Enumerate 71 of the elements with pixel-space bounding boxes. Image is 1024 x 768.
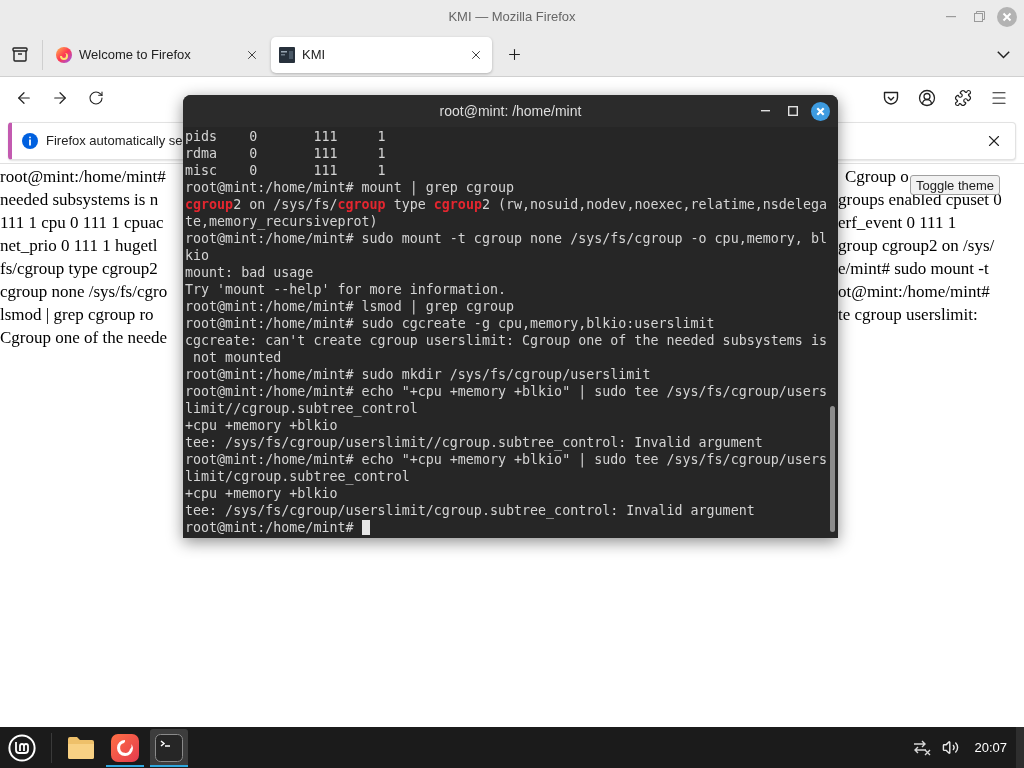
reload-icon (88, 90, 104, 106)
browser-tab[interactable]: KMI (271, 36, 492, 73)
terminal-line: root@mint:/home/mint# echo "+cpu +memory +blkio" | sudo tee /sys/fs/cgroup/users (185, 451, 827, 468)
taskbar-app-button[interactable] (150, 728, 188, 767)
terminal-line: cgcreate: can't create cgroup userslimit: Cgroup one of the needed subsystems is (185, 332, 827, 349)
page-text-line: root@mint:/home/mint# (0, 166, 166, 188)
terminal-line: tee: /sys/fs/cgroup/userslimit//cgroup.subtree_control: Invalid argument (185, 434, 763, 451)
terminal-line: +cpu +memory +blkio (185, 417, 338, 434)
terminal-line: rdma 0 111 1 (185, 145, 386, 162)
terminal-line: tee: /sys/fs/cgroup/userslimit/cgroup.subtree_control: Invalid argument (185, 502, 755, 519)
volume-icon (941, 739, 959, 756)
mint-logo-icon (8, 733, 36, 762)
page-text-line: cgroup none /sys/fs/cgro (0, 281, 168, 303)
firefox-logo-icon (111, 733, 139, 762)
terminal-prompt: root@mint:/home/mint# (185, 519, 355, 536)
browser-tab[interactable]: Welcome to Firefox (45, 36, 265, 73)
account-icon (918, 89, 936, 107)
page-text-line: lsmod | grep cgroup ro (0, 304, 154, 326)
terminal-line: limit//cgroup.subtree_control (185, 400, 418, 417)
maximize-icon (788, 106, 798, 116)
puzzle-icon (954, 89, 972, 107)
forward-arrow-icon (51, 89, 69, 107)
terminal-line: pids 0 111 1 (185, 128, 386, 145)
page-text-line: Cgroup o (844, 166, 909, 188)
page-text-line: e/mint# sudo mount -t (838, 258, 989, 280)
terminal-line: kio (185, 247, 210, 264)
minimize-icon (946, 15, 956, 18)
terminal-title: root@mint: /home/mint (439, 101, 582, 121)
page-text-line: erf_event 0 111 1 (838, 212, 957, 234)
pocket-icon (883, 90, 899, 106)
close-icon (810, 101, 830, 121)
page-text-line: Cgroup one of the neede (0, 327, 168, 349)
terminal-app-icon (155, 733, 183, 762)
terminal-line: misc 0 111 1 (185, 162, 386, 179)
window-title: KMI — Mozilla Firefox (448, 7, 576, 26)
terminal-line: Try 'mount --help' for more information. (185, 281, 506, 298)
site-favicon-icon (279, 46, 295, 63)
page-text-line: group cgroup2 on /sys/ (838, 235, 995, 257)
terminal-line: mount: bad usage (185, 264, 314, 281)
close-icon (997, 6, 1017, 27)
clock: 20:07 (974, 738, 1007, 757)
terminal-line: root@mint:/home/mint# sudo mount -t cgroup none /sys/fs/cgroup -o cpu,memory, bl (185, 230, 827, 247)
terminal-line: cgroup2 on /sys/fs/cgroup type cgroup2 (rw,nosuid,nodev,noexec,relatime,nsdelega (185, 196, 827, 213)
terminal-line: root@mint:/home/mint# mount | grep cgroup (185, 179, 514, 196)
terminal-line: root@mint:/home/mint# echo "+cpu +memory +blkio" | sudo tee /sys/fs/cgroup/users (185, 383, 827, 400)
chevron-down-icon (996, 50, 1010, 59)
firefox-logo-icon (56, 46, 72, 63)
notification-text: Firefox automatically se (46, 132, 183, 151)
tab-list-icon (12, 47, 28, 62)
info-icon (22, 133, 38, 149)
folder-icon (67, 735, 95, 760)
terminal-line: not mounted (192, 349, 282, 366)
terminal-line: root@mint:/home/mint# sudo cgcreate -g cpu,memory,blkio:userslimit (185, 315, 715, 332)
page-text-line: needed subsystems is n (0, 189, 159, 211)
tooltip: Toggle theme (910, 175, 1001, 195)
page-text-line: fs/cgroup type cgroup2 (0, 258, 158, 280)
page-text-line: ot@mint:/home/mint# (838, 281, 990, 303)
restore-icon (973, 11, 985, 22)
close-button[interactable] (810, 101, 830, 121)
terminal-line: te,memory_recursiveprot) (185, 213, 378, 230)
scrollbar-thumb[interactable] (830, 406, 835, 532)
menu-icon (990, 89, 1008, 107)
minimize-icon (760, 110, 770, 112)
terminal-line: root@mint:/home/mint# sudo mkdir /sys/fs/cgroup/userslimit (185, 366, 651, 383)
terminal-line: +cpu +memory +blkio (185, 485, 338, 502)
page-text-line: net_prio 0 111 1 hugetl (0, 235, 158, 257)
terminal-line: limit/cgroup.subtree_control (185, 468, 410, 485)
network-disconnected-icon (913, 739, 932, 756)
terminal-line: root@mint:/home/mint# lsmod | grep cgroup (185, 298, 514, 315)
page-text-line: te cgroup userslimit: (838, 304, 978, 326)
page-text-line: 111 1 cpu 0 111 1 cpuac (0, 212, 164, 234)
